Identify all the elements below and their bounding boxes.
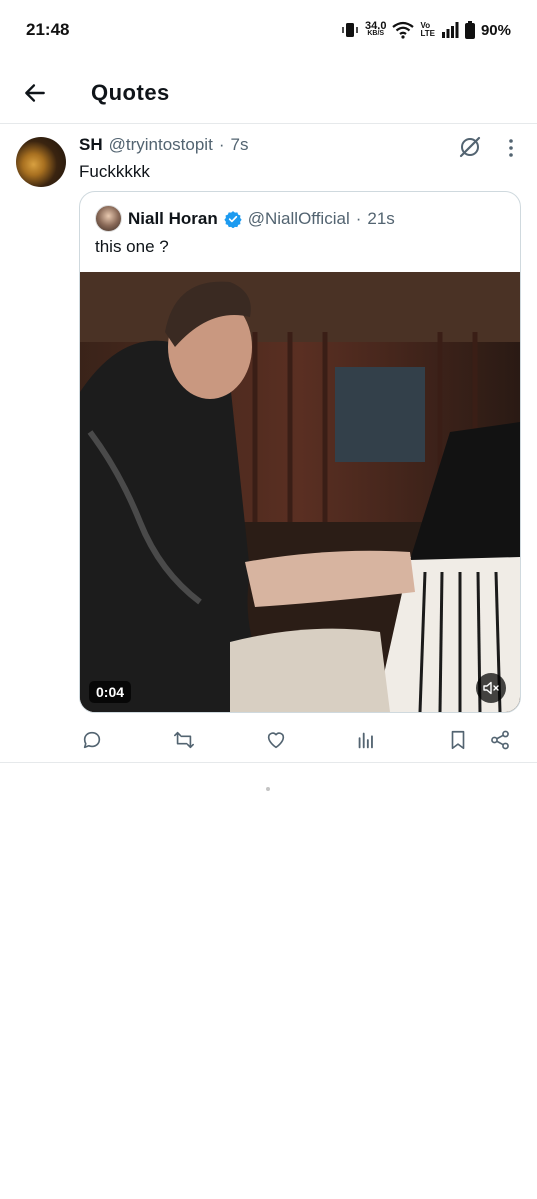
quoted-avatar xyxy=(95,205,122,232)
analytics-icon xyxy=(358,732,373,749)
share-button[interactable] xyxy=(487,727,513,753)
quoted-tweet-header: Niall Horan @NiallOfficial · 21s xyxy=(95,205,395,232)
bookmark-icon xyxy=(451,730,465,750)
reply-button[interactable] xyxy=(79,727,105,753)
quoted-tweet-text: this one ? xyxy=(95,237,169,256)
tweet-time: 7s xyxy=(230,135,249,154)
status-icons: 34.0 KB/S Vo LTE 90% xyxy=(341,21,511,39)
video-player[interactable]: 0:04 xyxy=(80,272,520,712)
separator-dot: · xyxy=(355,208,362,228)
back-button[interactable] xyxy=(10,68,60,118)
bookmark-button[interactable] xyxy=(445,727,471,753)
separator-dot: · xyxy=(218,135,225,154)
quoted-author-name: Niall Horan xyxy=(128,208,218,228)
vibrate-icon xyxy=(342,23,358,37)
views-button[interactable] xyxy=(353,727,379,753)
tweet-actions xyxy=(79,727,521,753)
quoted-tweet[interactable]: Niall Horan @NiallOfficial · 21s this on… xyxy=(79,191,521,713)
tweet-text: Fuckkkkk xyxy=(79,162,150,181)
tweet-header: SH @tryintostopit · 7s xyxy=(79,135,248,155)
status-bar: 21:48 34.0 KB/S Vo LTE 90% xyxy=(0,0,537,60)
more-options-icon[interactable] xyxy=(502,137,520,159)
reply-icon xyxy=(83,731,101,749)
status-time: 21:48 xyxy=(26,20,70,39)
network-speed: 34.0 KB/S xyxy=(365,20,387,38)
quoted-author-handle: @NiallOfficial xyxy=(247,208,350,228)
like-button[interactable] xyxy=(263,727,289,753)
tweet[interactable]: SH @tryintostopit · 7s Fuckkkkk Niall Ho… xyxy=(0,125,537,763)
wifi-icon xyxy=(392,21,415,39)
volume-muted-icon xyxy=(483,681,499,695)
heart-icon xyxy=(267,732,285,749)
quoted-tweet-time: 21s xyxy=(367,208,395,228)
volte-indicator: Vo LTE xyxy=(420,21,435,38)
loading-indicator xyxy=(266,787,270,791)
page-title: Quotes xyxy=(91,79,170,105)
video-duration: 0:04 xyxy=(89,681,132,703)
verified-badge-icon xyxy=(224,210,242,228)
share-icon xyxy=(491,730,509,750)
top-app-bar: Quotes xyxy=(0,62,537,124)
signal-icon xyxy=(441,22,459,38)
video-thumbnail xyxy=(80,272,520,712)
battery-icon xyxy=(464,21,475,39)
author-name[interactable]: SH xyxy=(79,135,103,155)
avatar[interactable] xyxy=(16,137,66,187)
author-handle[interactable]: @tryintostopit xyxy=(109,135,213,155)
mute-button[interactable] xyxy=(476,673,506,703)
repost-button[interactable] xyxy=(171,727,197,753)
repost-icon xyxy=(174,731,194,749)
grok-icon[interactable] xyxy=(456,133,484,161)
arrow-left-icon xyxy=(25,83,45,102)
battery-percent: 90% xyxy=(480,21,511,39)
